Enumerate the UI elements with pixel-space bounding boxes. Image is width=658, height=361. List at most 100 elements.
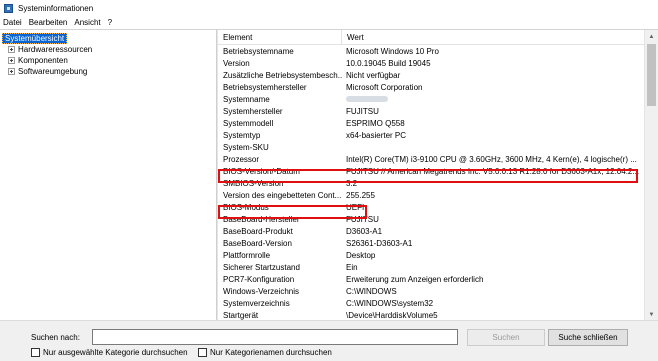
element-cell: System-SKU: [223, 142, 269, 152]
title-bar: Systeminformationen: [0, 0, 658, 16]
table-row[interactable]: Windows-Verzeichnis C:\WINDOWS: [218, 285, 644, 297]
table-row[interactable]: System-SKU: [218, 141, 644, 153]
expand-plus-icon[interactable]: [8, 57, 15, 64]
element-cell: Plattformrolle: [223, 250, 271, 260]
element-cell: PCR7-Konfiguration: [223, 274, 295, 284]
element-cell: BaseBoard-Hersteller: [223, 214, 300, 224]
table-row[interactable]: BaseBoard-Produkt D3603-A1: [218, 225, 644, 237]
menu-bearbeiten[interactable]: Bearbeiten: [29, 18, 68, 27]
element-cell: SMBIOS-Version: [223, 178, 284, 188]
tree-item-hardwareressourcen[interactable]: Hardwareressourcen: [2, 44, 214, 55]
main-area: Systemübersicht Hardwareressourcen Kompo…: [0, 29, 658, 321]
value-cell: C:\WINDOWS: [346, 286, 397, 296]
value-cell: FUJITSU // American Megatrends Inc. V5.0…: [346, 166, 640, 176]
table-row[interactable]: Prozessor Intel(R) Core(TM) i3-9100 CPU @…: [218, 153, 644, 165]
element-cell: Systemname: [223, 94, 270, 104]
tree-item-label: Komponenten: [18, 56, 68, 65]
details-list: Element Wert Betriebsystemname Microsoft …: [218, 30, 644, 321]
table-row[interactable]: BIOS-Version/-Datum FUJITSU // American M…: [218, 165, 644, 177]
menu-help[interactable]: ?: [108, 18, 112, 27]
element-cell: Systemhersteller: [223, 106, 283, 116]
tree-item-systemuebersicht[interactable]: Systemübersicht: [2, 33, 214, 44]
element-cell: BIOS-Version/-Datum: [223, 166, 300, 176]
table-row[interactable]: Systemmodell ESPRIMO Q558: [218, 117, 644, 129]
tree-item-komponenten[interactable]: Komponenten: [2, 55, 214, 66]
table-row[interactable]: PCR7-Konfiguration Erweiterung zum Anzeig…: [218, 273, 644, 285]
value-cell: Erweiterung zum Anzeigen erforderlich: [346, 274, 484, 284]
table-row[interactable]: BaseBoard-Hersteller FUJITSU: [218, 213, 644, 225]
value-cell: Nicht verfügbar: [346, 70, 401, 80]
scrollbar-thumb[interactable]: [647, 44, 656, 106]
checkbox[interactable]: [31, 348, 40, 357]
table-row[interactable]: BaseBoard-Version S26361-D3603-A1: [218, 237, 644, 249]
category-tree: Systemübersicht Hardwareressourcen Kompo…: [2, 33, 214, 319]
element-cell: Betriebsystemhersteller: [223, 82, 307, 92]
value-cell: FUJITSU: [346, 106, 379, 116]
value-cell: S26361-D3603-A1: [346, 238, 413, 248]
table-row[interactable]: Sicherer Startzustand Ein: [218, 261, 644, 273]
system-info-icon: [4, 3, 13, 13]
element-cell: Betriebsystemname: [223, 46, 294, 56]
table-row[interactable]: Betriebsystemname Microsoft Windows 10 Pr…: [218, 45, 644, 57]
value-cell: ESPRIMO Q558: [346, 118, 405, 128]
value-cell: Microsoft Windows 10 Pro: [346, 46, 439, 56]
option-category-names[interactable]: Nur Kategorienamen durchsuchen: [198, 348, 332, 357]
element-cell: Zusätzliche Betriebsystembesch...: [223, 70, 342, 80]
table-row[interactable]: Systemverzeichnis C:\WINDOWS\system32: [218, 297, 644, 309]
checkbox[interactable]: [198, 348, 207, 357]
scroll-up-icon[interactable]: ▲: [645, 30, 658, 43]
column-header-value[interactable]: Wert: [342, 30, 644, 44]
value-cell: Desktop: [346, 250, 376, 260]
menu-datei[interactable]: Datei: [3, 18, 22, 27]
element-cell: Systemverzeichnis: [223, 298, 290, 308]
element-cell: Systemmodell: [223, 118, 274, 128]
value-cell: x64-basierter PC: [346, 130, 407, 140]
value-cell: Ein: [346, 262, 358, 272]
table-row[interactable]: Systemtyp x64-basierter PC: [218, 129, 644, 141]
element-cell: Version: [223, 58, 250, 68]
search-panel: Suchen nach: Suchen Suche schließen Nur …: [0, 320, 658, 361]
value-cell: UEFI: [346, 202, 365, 212]
element-cell: Sicherer Startzustand: [223, 262, 300, 272]
value-cell: D3603-A1: [346, 226, 383, 236]
table-row[interactable]: Systemhersteller FUJITSU: [218, 105, 644, 117]
table-row[interactable]: Version 10.0.19045 Build 19045: [218, 57, 644, 69]
element-cell: Version des eingebetteten Cont...: [223, 190, 342, 200]
value-cell: C:\WINDOWS\system32: [346, 298, 434, 308]
element-cell: Systemtyp: [223, 130, 261, 140]
table-row[interactable]: Plattformrolle Desktop: [218, 249, 644, 261]
tree-item-label: Hardwareressourcen: [18, 45, 93, 54]
element-cell: Prozessor: [223, 154, 260, 164]
expand-plus-icon[interactable]: [8, 68, 15, 75]
value-cell: [342, 95, 644, 104]
menu-ansicht[interactable]: Ansicht: [74, 18, 100, 27]
window-title: Systeminformationen: [18, 3, 94, 13]
close-search-button[interactable]: Suche schließen: [548, 329, 628, 346]
table-row[interactable]: Version des eingebetteten Cont... 255.255: [218, 189, 644, 201]
value-cell: FUJITSU: [346, 214, 379, 224]
element-cell: BaseBoard-Version: [223, 238, 292, 248]
search-label: Suchen nach:: [31, 333, 80, 342]
tree-item-label: Systemübersicht: [2, 33, 68, 44]
list-header: Element Wert: [218, 30, 644, 45]
value-cell: \Device\HarddiskVolume5: [346, 310, 438, 320]
table-row[interactable]: SMBIOS-Version 3.2: [218, 177, 644, 189]
search-input[interactable]: [92, 329, 458, 345]
table-row[interactable]: Betriebsystemhersteller Microsoft Corpora…: [218, 81, 644, 93]
column-header-element[interactable]: Element: [218, 30, 342, 44]
vertical-scrollbar[interactable]: ▲ ▼: [644, 30, 658, 321]
element-cell: Windows-Verzeichnis: [223, 286, 300, 296]
value-cell: 10.0.19045 Build 19045: [346, 58, 431, 68]
option-selected-category[interactable]: Nur ausgewählte Kategorie durchsuchen: [31, 348, 188, 357]
tree-item-softwareumgebung[interactable]: Softwareumgebung: [2, 66, 214, 77]
element-cell: Startgerät: [223, 310, 259, 320]
value-cell: 3.2: [346, 178, 358, 188]
redacted-value: [346, 95, 388, 102]
table-row[interactable]: Systemname: [218, 93, 644, 105]
search-button[interactable]: Suchen: [467, 329, 545, 346]
element-cell: BaseBoard-Produkt: [223, 226, 293, 236]
list-rows: Betriebsystemname Microsoft Windows 10 Pr…: [218, 45, 644, 321]
expand-plus-icon[interactable]: [8, 46, 15, 53]
table-row[interactable]: BIOS-Modus UEFI: [218, 201, 644, 213]
table-row[interactable]: Zusätzliche Betriebsystembesch... Nicht v…: [218, 69, 644, 81]
